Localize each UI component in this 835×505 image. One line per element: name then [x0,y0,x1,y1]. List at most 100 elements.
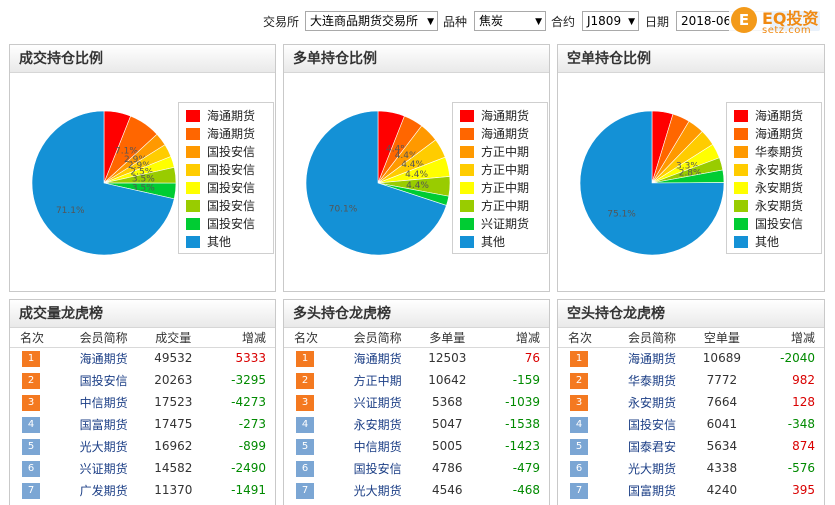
member-name[interactable]: 华泰期货 [613,369,691,391]
legend-item[interactable]: 其他 [734,235,821,253]
member-name[interactable]: 中信期货 [65,391,143,413]
table-row[interactable]: 4 永安期货 5047 -1538 [284,413,549,435]
table-row[interactable]: 1 海通期货 12503 76 [284,347,549,369]
change-value: 874 [792,439,815,453]
legend-item[interactable]: 国投安信 [186,181,273,199]
legend-item[interactable]: 方正中期 [460,145,547,163]
legend-label: 永安期货 [755,199,804,213]
table-row[interactable]: 5 国泰君安 5634 874 [558,435,824,457]
rank-badge: 3 [570,394,588,411]
member-name[interactable]: 光大期货 [65,435,143,457]
change-value: -576 [787,461,815,475]
table-row[interactable]: 5 光大期货 16962 -899 [10,435,275,457]
member-name[interactable]: 国投安信 [339,457,417,479]
exchange-select[interactable]: 大连商品期货交易所 ▼ [305,11,438,31]
contract-label: 合约 [551,15,576,29]
member-name[interactable]: 兴证期货 [65,457,143,479]
legend-item[interactable]: 永安期货 [734,199,821,217]
legend-item[interactable]: 国投安信 [186,163,273,181]
legend-item[interactable]: 海通期货 [734,109,821,127]
member-name[interactable]: 兴证期货 [339,391,417,413]
legend-item[interactable]: 海通期货 [186,109,273,127]
legend-item[interactable]: 永安期货 [734,181,821,199]
legend-item[interactable]: 海通期货 [460,109,547,127]
table-row[interactable]: 1 海通期货 49532 5333 [10,347,275,369]
legend-item[interactable]: 海通期货 [460,127,547,145]
rank-cell: 4 [284,413,339,435]
volume-value: 4786 [432,461,463,475]
legend-item[interactable]: 国投安信 [186,199,273,217]
contract-select[interactable]: J1809 ▼ [582,11,639,31]
table-row[interactable]: 6 国投安信 4786 -479 [284,457,549,479]
legend-item[interactable]: 国投安信 [186,145,273,163]
member-name[interactable]: 中信期货 [339,435,417,457]
rank-badge: 6 [296,460,314,477]
legend-item[interactable]: 其他 [460,235,547,253]
table-row[interactable]: 4 国投安信 6041 -348 [558,413,824,435]
member-name[interactable]: 海通期货 [65,347,143,369]
change-value: -4273 [231,395,266,409]
table-row[interactable]: 4 国富期货 17475 -273 [10,413,275,435]
member-name[interactable]: 光大期货 [339,479,417,501]
legend-item[interactable]: 其他 [186,235,273,253]
member-name[interactable]: 国富期货 [65,413,143,435]
volume-value: 17475 [154,417,193,431]
table-row[interactable]: 2 国投安信 20263 -3295 [10,369,275,391]
table-row[interactable]: 2 方正中期 10642 -159 [284,369,549,391]
rank-table: 名次 会员简称 多单量 增减 1 海通期货 12503 76 2 方正中期 10642 -159 3 兴证… [284,328,549,501]
rank-cell: 6 [284,457,339,479]
change-value: -273 [238,417,266,431]
legend-swatch [186,182,200,194]
member-name[interactable]: 国投安信 [65,369,143,391]
legend-item[interactable]: 兴证期货 [460,217,547,235]
legend-item[interactable]: 海通期货 [734,127,821,145]
member-name[interactable]: 光大期货 [613,457,691,479]
header-volume: 多单量 [416,328,479,348]
legend-item[interactable]: 永安期货 [734,163,821,181]
member-name[interactable]: 国富期货 [613,479,691,501]
header-change: 增减 [752,328,824,348]
table-row[interactable]: 6 光大期货 4338 -576 [558,457,824,479]
member-name[interactable]: 方正中期 [339,369,417,391]
table-row[interactable]: 7 国富期货 4240 395 [558,479,824,501]
date-input-value: 2018-06- [681,14,736,28]
table-row[interactable]: 7 光大期货 4546 -468 [284,479,549,501]
site-logo: E EQ投资 setz.com [729,4,832,38]
panel-title: 多单持仓比例 [284,45,549,73]
volume-value: 7664 [706,395,738,409]
table-row[interactable]: 5 中信期货 5005 -1423 [284,435,549,457]
member-name[interactable]: 广发期货 [65,479,143,501]
table-row[interactable]: 1 海通期货 10689 -2040 [558,347,824,369]
member-name[interactable]: 国投安信 [613,413,691,435]
rank-badge: 7 [570,482,588,499]
legend-label: 方正中期 [481,145,530,159]
table-row[interactable]: 3 永安期货 7664 128 [558,391,824,413]
member-name[interactable]: 海通期货 [613,347,691,369]
table-row[interactable]: 3 兴证期货 5368 -1039 [284,391,549,413]
member-name[interactable]: 永安期货 [613,391,691,413]
volume-value: 6041 [706,417,738,431]
table-row[interactable]: 6 兴证期货 14582 -2490 [10,457,275,479]
legend-swatch [186,218,200,230]
legend-item[interactable]: 方正中期 [460,163,547,181]
legend-item[interactable]: 海通期货 [186,127,273,145]
exchange-label: 交易所 [263,15,300,29]
legend-item[interactable]: 华泰期货 [734,145,821,163]
rank-badge: 6 [22,460,40,477]
product-select[interactable]: 焦炭 ▼ [474,11,546,31]
legend-item[interactable]: 方正中期 [460,181,547,199]
legend-item[interactable]: 国投安信 [186,217,273,235]
volume-value: 10689 [702,351,741,366]
dropdown-arrow-icon: ▼ [535,17,542,27]
member-name[interactable]: 海通期货 [339,347,417,369]
legend-item[interactable]: 国投安信 [734,217,821,235]
table-row[interactable]: 7 广发期货 11370 -1491 [10,479,275,501]
table-row[interactable]: 2 华泰期货 7772 982 [558,369,824,391]
long-ratio-panel: 多单持仓比例 4.4% 4.4% 4.4% 4.4% 4.4% 70.1% 海通期货 海通期… [283,44,550,292]
table-row[interactable]: 3 中信期货 17523 -4273 [10,391,275,413]
member-name[interactable]: 国泰君安 [613,435,691,457]
legend-item[interactable]: 方正中期 [460,199,547,217]
volume-value: 4546 [432,483,463,497]
rank-cell: 1 [558,347,613,369]
member-name[interactable]: 永安期货 [339,413,417,435]
